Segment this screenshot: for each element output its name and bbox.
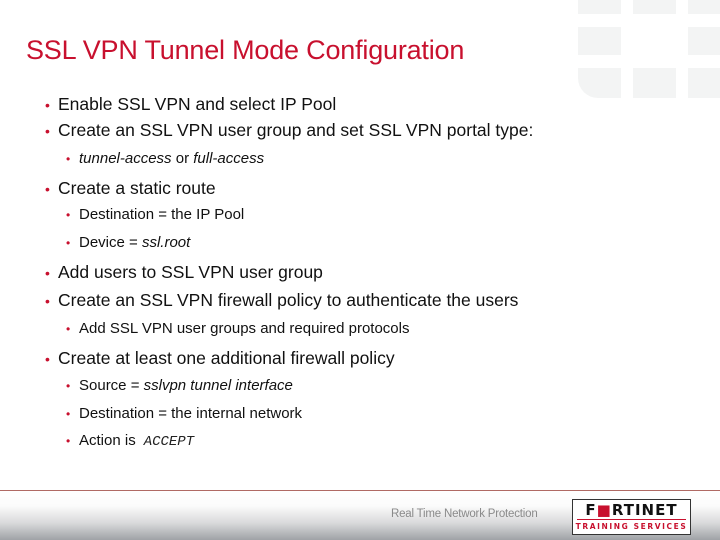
bullet-dot-icon: •: [66, 322, 71, 336]
text-run: Create at least one additional firewall …: [58, 348, 395, 368]
bullet-dot-icon: •: [45, 97, 50, 113]
bullet-dot-icon: •: [66, 407, 71, 421]
bullet-text: Create a static route: [58, 178, 216, 199]
text-run: Enable SSL VPN and select IP Pool: [58, 94, 337, 114]
fortinet-training-logo: F■RTINET TRAINING SERVICES: [572, 499, 691, 535]
text-run: Destination = the IP Pool: [79, 206, 245, 223]
text-run: Create an SSL VPN user group and set SSL…: [58, 120, 534, 140]
bullet-dot-icon: •: [45, 351, 50, 367]
sub-bullet-item: • Device = ssl.root: [66, 234, 190, 251]
sub-bullet-item: • Destination = the IP Pool: [66, 206, 244, 223]
logo-grid-o-icon: ■: [596, 501, 612, 519]
logo-letters-rtinet: RTINET: [611, 501, 678, 519]
italic-text: ssl.root: [141, 234, 191, 251]
bullet-item: • Add users to SSL VPN user group: [45, 262, 323, 283]
text-run: Add users to SSL VPN user group: [58, 262, 323, 282]
bullet-text: Action is ACCEPT: [79, 432, 194, 450]
bullet-text: Destination = the internal network: [79, 405, 302, 422]
italic-text: tunnel-access: [79, 150, 172, 167]
bullet-text: Create an SSL VPN user group and set SSL…: [58, 120, 533, 141]
sub-bullet-item: • tunnel-access or full-access: [66, 150, 264, 167]
bullet-text: Enable SSL VPN and select IP Pool: [58, 94, 336, 115]
text-run: Source =: [79, 377, 144, 394]
bullet-text: Create at least one additional firewall …: [58, 348, 395, 369]
sub-bullet-item: • Add SSL VPN user groups and required pr…: [66, 320, 409, 337]
footer-tagline: Real Time Network Protection: [391, 508, 538, 520]
bullet-text: Add SSL VPN user groups and required pro…: [79, 320, 409, 337]
text-run: or: [171, 150, 194, 167]
text-run: Add SSL VPN user groups and required pro…: [79, 320, 410, 337]
bullet-text: Add users to SSL VPN user group: [58, 262, 323, 283]
bullet-dot-icon: •: [45, 265, 50, 281]
sub-bullet-item: • Source = sslvpn tunnel interface: [66, 377, 293, 394]
bullet-item: • Create an SSL VPN user group and set SS…: [45, 120, 533, 141]
bullet-list: • Enable SSL VPN and select IP Pool • Creat…: [0, 0, 720, 480]
text-run: Device =: [79, 234, 142, 251]
bullet-dot-icon: •: [66, 152, 71, 166]
bullet-dot-icon: •: [45, 293, 50, 309]
bullet-dot-icon: •: [66, 208, 71, 222]
italic-text: sslvpn tunnel interface: [143, 377, 293, 394]
bullet-item: • Create at least one additional firewall…: [45, 348, 395, 369]
bullet-text: Create an SSL VPN firewall policy to aut…: [58, 290, 518, 311]
logo-letter-f: F: [585, 501, 597, 519]
bullet-text: Source = sslvpn tunnel interface: [79, 377, 293, 394]
bullet-dot-icon: •: [66, 236, 71, 250]
sub-bullet-item: • Action is ACCEPT: [66, 432, 194, 450]
bullet-dot-icon: •: [66, 379, 71, 393]
text-run: Action is: [79, 432, 136, 449]
bullet-dot-icon: •: [45, 181, 50, 197]
text-run: Destination = the internal network: [79, 405, 303, 422]
bullet-item: • Enable SSL VPN and select IP Pool: [45, 94, 336, 115]
bullet-item: • Create a static route: [45, 178, 216, 199]
text-run: Create an SSL VPN firewall policy to aut…: [58, 290, 519, 310]
logo-subtitle: TRAINING SERVICES: [575, 522, 688, 531]
bullet-text: Device = ssl.root: [79, 234, 190, 251]
italic-text: full-access: [193, 150, 265, 167]
bullet-text: tunnel-access or full-access: [79, 150, 264, 167]
sub-bullet-item: • Destination = the internal network: [66, 405, 302, 422]
bullet-text: Destination = the IP Pool: [79, 206, 244, 223]
bullet-dot-icon: •: [45, 123, 50, 139]
logo-wordmark: F■RTINET: [573, 501, 690, 519]
code-text: ACCEPT: [143, 434, 195, 450]
bullet-dot-icon: •: [66, 434, 71, 448]
bullet-item: • Create an SSL VPN firewall policy to au…: [45, 290, 518, 311]
logo-divider: [577, 519, 686, 520]
text-run: Create a static route: [58, 178, 216, 198]
